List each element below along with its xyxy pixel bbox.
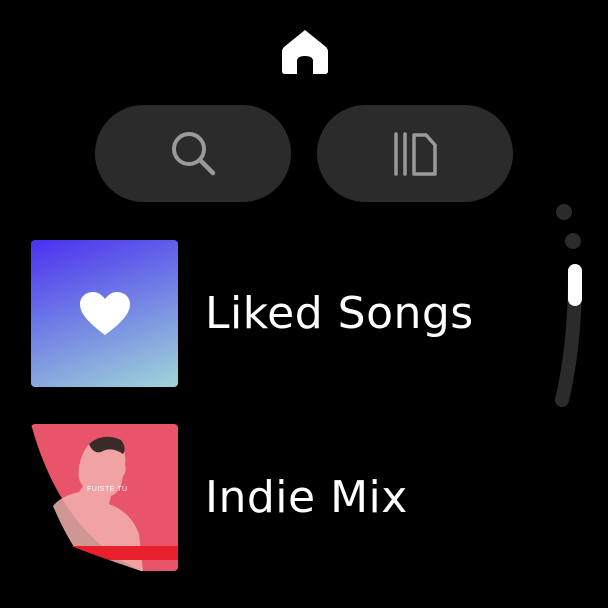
library-icon xyxy=(394,131,437,176)
watch-screen: Liked Songs FUISTE TÚ Indie Mix xyxy=(0,0,608,608)
search-icon xyxy=(172,131,216,175)
list-item-label: Liked Songs xyxy=(205,288,474,339)
heart-icon xyxy=(79,291,130,335)
list-item-liked-songs[interactable]: Liked Songs xyxy=(31,240,474,387)
liked-songs-cover xyxy=(31,240,178,387)
cover-caption: FUISTE TÚ xyxy=(87,486,128,493)
search-button[interactable] xyxy=(95,105,291,202)
library-button[interactable] xyxy=(317,105,513,202)
cover-image xyxy=(31,424,178,571)
indie-mix-cover: FUISTE TÚ xyxy=(31,424,178,571)
list-item-indie-mix[interactable]: FUISTE TÚ Indie Mix xyxy=(31,424,408,571)
scroll-indicator[interactable] xyxy=(545,195,595,410)
list-item-label: Indie Mix xyxy=(205,472,408,523)
home-icon[interactable] xyxy=(280,27,330,77)
